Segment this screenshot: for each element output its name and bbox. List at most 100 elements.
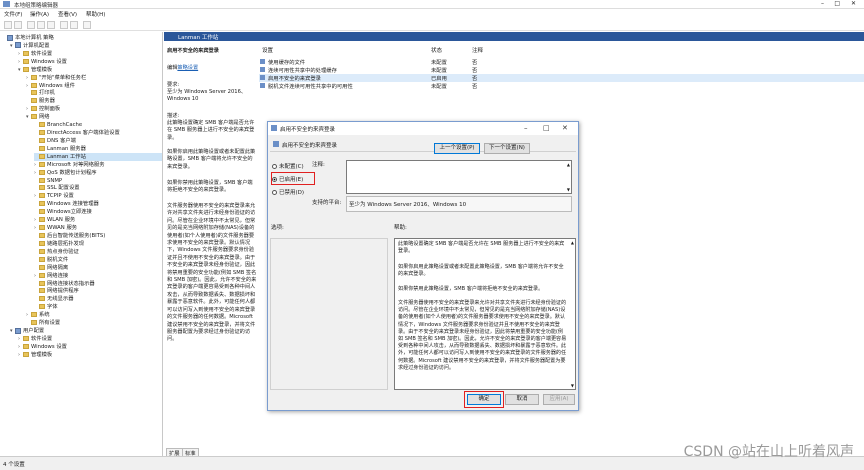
desc-para-4: 文件服务器使用不安全的来宾登录来允许对共享文件夹进行未经身份验证的访问。尽管在企… [167, 203, 257, 343]
up-folder-icon[interactable] [27, 21, 35, 29]
tree-item[interactable]: › TCPIP 设置 [34, 192, 162, 200]
tree-item-label: QoS 数据包计划程序 [47, 169, 97, 176]
tree-item[interactable]: Lanman 工作站 [34, 152, 162, 161]
table-row[interactable]: 脱机文件连续可用性共享中的可用性 未配置 否 [259, 82, 864, 90]
folder-icon [31, 312, 37, 318]
highlight-enabled-box [271, 172, 315, 185]
tree-item[interactable]: 网络隔离 [34, 264, 162, 272]
tree-item[interactable]: Windows 连接管理器 [34, 200, 162, 208]
tree-item[interactable]: › 系统 [26, 311, 162, 319]
tree-item[interactable]: 打印机 [26, 89, 162, 97]
maximize-icon[interactable]: □ [834, 0, 840, 7]
tree-item[interactable]: 无线显示器 [34, 295, 162, 303]
dialog-close-icon[interactable]: ✕ [562, 124, 568, 132]
tree-item[interactable]: › WLAN 服务 [34, 216, 162, 224]
prev-setting-button[interactable]: 上一个设置(P) [434, 143, 480, 154]
col-setting[interactable]: 设置 [262, 46, 273, 54]
tree-item[interactable]: ▾ 用户配置 [10, 327, 162, 335]
apply-button[interactable]: 应用(A) [543, 394, 575, 405]
desc-para-3: 如果你禁用此策略设置，SMB 客户端将拒绝不安全的来宾登录。 [167, 180, 253, 194]
tree-item[interactable]: 后台智能传送服务(BITS) [34, 232, 162, 240]
tree-item-label: Windows 设置 [31, 58, 67, 65]
cell-status: 未配置 [431, 68, 447, 74]
menu-file[interactable]: 文件(F) [4, 10, 22, 18]
help-scroll-up-icon[interactable]: ▲ [571, 240, 574, 245]
menu-help[interactable]: 帮助(H) [86, 10, 105, 18]
tree-item[interactable]: DirectAccess 客户端体验设置 [34, 129, 162, 137]
cell-status: 已启用 [431, 76, 447, 82]
tree-item[interactable]: ▾ 网络 [26, 113, 162, 121]
edit-policy-link[interactable]: 策略设置 [177, 65, 198, 71]
note-scroll-up-icon[interactable]: ▲ [567, 162, 570, 167]
tree-item-label: Microsoft 对等网络服务 [47, 161, 105, 168]
tree-item[interactable]: › 软件设置 [18, 335, 162, 343]
note-scroll-down-icon[interactable]: ▼ [567, 187, 570, 192]
tree-item[interactable]: 热点身份验证 [34, 248, 162, 256]
tree-item[interactable]: 所有设置 [26, 319, 162, 327]
filter-icon[interactable] [83, 21, 91, 29]
properties-icon[interactable] [70, 21, 78, 29]
tree-item[interactable]: Lanman 服务器 [34, 145, 162, 153]
show-hide-tree-icon[interactable] [37, 21, 45, 29]
table-row[interactable]: 连续可用性共享中的处理缓存 未配置 否 [259, 66, 864, 74]
tree-item[interactable]: › Windows 组件 [26, 82, 162, 90]
close-icon[interactable]: ✕ [851, 0, 856, 7]
col-note[interactable]: 注释 [472, 46, 483, 54]
forward-icon[interactable] [14, 21, 22, 29]
tree-item[interactable]: SSL 配置设置 [34, 184, 162, 192]
dialog-maximize-icon[interactable]: □ [543, 124, 550, 132]
help-icon[interactable] [60, 21, 68, 29]
tree-item-label: 网络隔离 [47, 264, 69, 271]
dialog-minimize-icon[interactable]: – [524, 124, 528, 132]
tree-item[interactable]: › 网络连接 [34, 272, 162, 280]
toolbar [0, 19, 864, 31]
tree-item[interactable]: DNS 客户端 [34, 137, 162, 145]
table-row[interactable]: 启用不安全的来宾登录 已启用 否 [259, 74, 864, 82]
radio-disabled[interactable]: 已禁用(D) [272, 188, 304, 196]
menu-view[interactable]: 查看(V) [58, 10, 77, 18]
tree-item[interactable]: 字体 [34, 303, 162, 311]
help-scroll-down-icon[interactable]: ▼ [571, 383, 574, 388]
tree-item[interactable]: ▾ 管理模板 [18, 66, 162, 74]
tree-item[interactable]: 网络提供程序 [34, 287, 162, 295]
tree-item[interactable]: › QoS 数据包计划程序 [34, 169, 162, 177]
tree-item[interactable]: › Microsoft 对等网络服务 [34, 161, 162, 169]
tree-item[interactable]: › 软件设置 [18, 50, 162, 58]
tree-item[interactable]: SNMP [34, 177, 162, 185]
folder-icon [31, 106, 37, 112]
platform-text: 至少为 Windows Server 2016、Windows 10 [349, 202, 467, 208]
tree-item-label: 网络连接状态指示器 [47, 280, 95, 287]
tree-item[interactable]: › WWAN 服务 [34, 224, 162, 232]
back-icon[interactable] [4, 21, 12, 29]
radio-not-configured[interactable]: 未配置(C) [272, 162, 304, 170]
tree-item-label: 所有设置 [39, 320, 61, 327]
menu-action[interactable]: 操作(A) [30, 10, 49, 18]
tree-item[interactable]: BranchCache [34, 121, 162, 129]
tree-item[interactable]: ▾ 计算机配置 [10, 42, 162, 50]
tree-item-label: 本地计算机 策略 [15, 35, 54, 41]
tree-item[interactable]: 脱机文件 [34, 256, 162, 264]
tree-item[interactable]: › 管理模板 [18, 351, 162, 359]
tree-item[interactable]: › Windows 设置 [18, 343, 162, 351]
tree-item[interactable]: 链路层拓扑发现 [34, 240, 162, 248]
note-textarea[interactable]: ▲ ▼ [346, 160, 572, 194]
tree-item[interactable]: › 控制面板 [26, 105, 162, 113]
next-setting-button[interactable]: 下一个设置(N) [484, 143, 530, 154]
export-list-icon[interactable] [47, 21, 55, 29]
tree-item[interactable]: › Windows 设置 [18, 58, 162, 66]
tree-item[interactable]: › "开始"菜单和任务栏 [26, 74, 162, 82]
table-row[interactable]: 使用缓存的文件 未配置 否 [259, 58, 864, 66]
help-label: 帮助: [394, 225, 407, 231]
tree-item[interactable]: Windows立即连接 [34, 208, 162, 216]
watermark: CSDN @站在山上听着风声 [683, 444, 854, 460]
tree-item[interactable]: 本地计算机 策略 [2, 34, 162, 42]
minimize-icon[interactable]: – [821, 0, 824, 7]
help-para-2: 如果你启用此策略设置或者未配置此策略设置，SMB 客户端将允许不安全的来宾登录。 [398, 264, 564, 278]
tree-item[interactable]: 服务器 [26, 97, 162, 105]
col-status[interactable]: 状态 [431, 46, 442, 54]
tree-item-label: Lanman 服务器 [47, 145, 86, 152]
tree-item-label: BranchCache [47, 122, 83, 129]
cancel-button[interactable]: 取消 [505, 394, 539, 405]
folder-icon [39, 240, 45, 246]
tree-item[interactable]: 网络连接状态指示器 [34, 280, 162, 288]
